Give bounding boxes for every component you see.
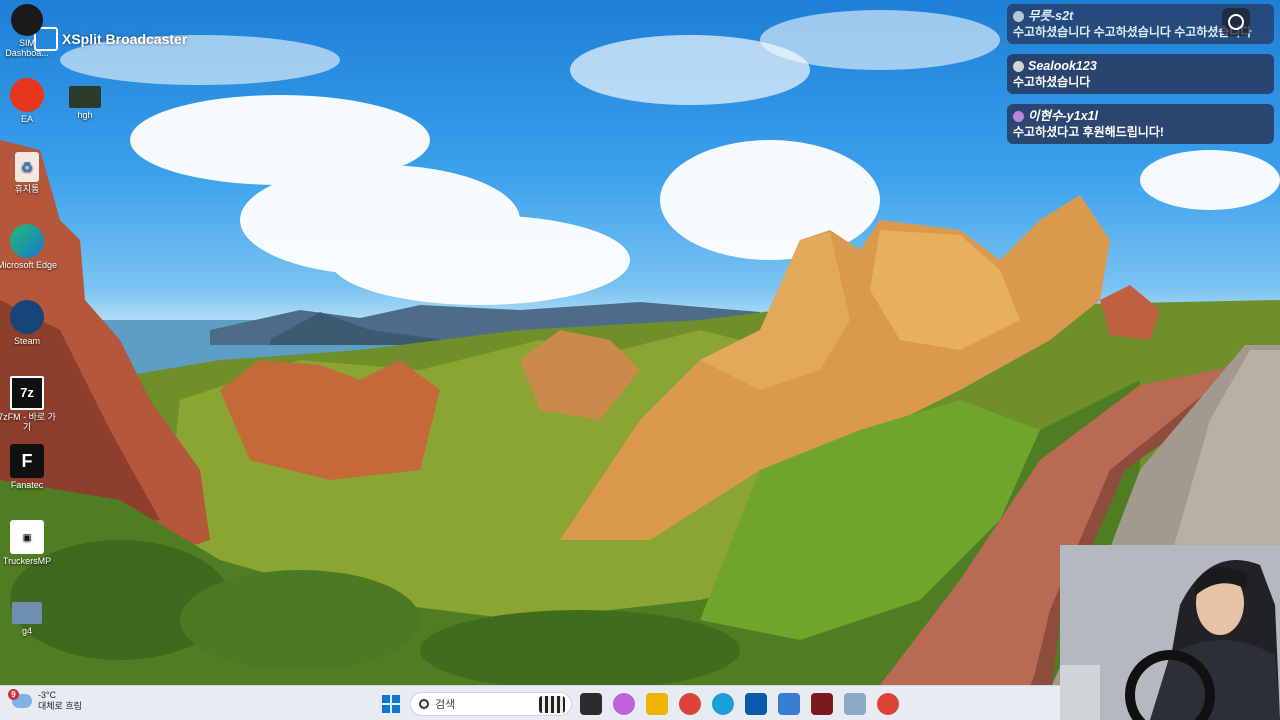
desktop-icon-ea[interactable]: EA — [0, 78, 58, 124]
circle-icon — [1228, 14, 1244, 30]
desktop-icon-label: hgh — [77, 110, 93, 120]
start-button[interactable] — [382, 695, 400, 713]
desktop-icon-label: g4 — [21, 626, 32, 636]
xsplit-title: XSplit Broadcaster — [62, 31, 188, 47]
desktop-icon-label: Microsoft Edge — [0, 260, 58, 270]
desktop-icon-label: Steam — [13, 336, 40, 346]
chat-overlay-button[interactable] — [1222, 8, 1250, 36]
desktop-icon-label: SIM Dashboa... — [5, 38, 49, 58]
chat-text: 수고하셨습니다 — [1013, 75, 1091, 89]
desktop-icon-truckersmp[interactable]: ▣ TruckersMP — [0, 520, 58, 566]
weather-desc: 대체로 흐림 — [38, 701, 82, 711]
7zip-icon: 7z — [10, 376, 44, 410]
voicemeeter-icon[interactable] — [811, 693, 833, 715]
desktop-icon-label: TruckersMP — [2, 556, 52, 566]
g4-icon — [12, 602, 42, 624]
fanatec-icon: F — [10, 444, 44, 478]
chat-user: Sealook123 — [1013, 58, 1268, 74]
search-icon — [419, 699, 429, 709]
desktop-icon-label: 휴지통 — [14, 184, 40, 194]
ea-icon — [10, 78, 44, 112]
chat-username: Sealook123 — [1028, 59, 1097, 73]
edge-icon — [10, 224, 44, 258]
weather-badge: 9 — [8, 689, 19, 700]
chrome-icon[interactable] — [679, 693, 701, 715]
cloud-icon: 9 — [8, 689, 32, 708]
desktop-icon-g4[interactable]: g4 — [0, 602, 58, 636]
weather-widget[interactable]: 9 -3°C 대체로 흐림 — [8, 689, 82, 712]
taskbar: 9 -3°C 대체로 흐림 검색 — [0, 685, 1060, 720]
recycle-bin-icon: ♻ — [15, 152, 39, 182]
desktop-icon-label: EA — [20, 114, 33, 124]
chrome-2-icon[interactable] — [877, 693, 899, 715]
chat-message: Sealook123 수고하셨습니다 — [1007, 54, 1274, 94]
copilot-icon[interactable] — [613, 693, 635, 715]
desktop-icon-sim-dashboard[interactable]: SIM Dashboa... — [0, 4, 58, 58]
desktop-icon-edge[interactable]: Microsoft Edge — [0, 224, 58, 270]
chat-user: 이현수-y1x1l — [1013, 108, 1268, 124]
user-avatar-icon — [1013, 110, 1024, 122]
zebra-highlight-icon — [539, 696, 565, 713]
streamer-camera-feed — [1060, 545, 1280, 720]
desktop-icon-7zip[interactable]: 7z 7zFM - 바로 가기 — [0, 376, 58, 432]
windows-logo-icon — [382, 695, 390, 703]
webcam-overlay — [1060, 545, 1280, 720]
network-app-icon[interactable] — [778, 693, 800, 715]
store-icon[interactable] — [745, 693, 767, 715]
chat-message: 이현수-y1x1l 수고하셨다고 후원해드립니다! — [1007, 104, 1274, 144]
photo-app-icon[interactable] — [844, 693, 866, 715]
search-input[interactable]: 검색 — [410, 692, 572, 716]
sim-dashboard-icon — [11, 4, 43, 36]
edge-taskbar-icon[interactable] — [712, 693, 734, 715]
search-placeholder: 검색 — [435, 699, 456, 711]
file-explorer-icon[interactable] — [646, 693, 668, 715]
steam-icon — [10, 300, 44, 334]
user-avatar-icon — [1013, 60, 1024, 72]
truckersmp-icon: ▣ — [10, 520, 44, 554]
desktop-icon-fanatec[interactable]: F Fanatec — [0, 444, 58, 490]
chat-text: 수고하셨다고 후원해드립니다! — [1013, 125, 1164, 139]
hgh-icon — [69, 86, 101, 108]
desktop-icon-label: 7zFM - 바로 가기 — [0, 412, 56, 432]
user-avatar-icon — [1013, 10, 1024, 22]
chat-username: 무릇-s2t — [1028, 9, 1074, 23]
desktop-icon-steam[interactable]: Steam — [0, 300, 58, 346]
chat-username: 이현수-y1x1l — [1028, 109, 1098, 123]
desktop-icon-label: Fanatec — [10, 480, 44, 490]
desktop-icon-hgh[interactable]: hgh — [54, 86, 116, 120]
desktop-icon-recycle-bin[interactable]: ♻ 휴지통 — [0, 152, 58, 194]
weather-temp: -3°C — [38, 690, 57, 700]
task-view-icon[interactable] — [580, 693, 602, 715]
